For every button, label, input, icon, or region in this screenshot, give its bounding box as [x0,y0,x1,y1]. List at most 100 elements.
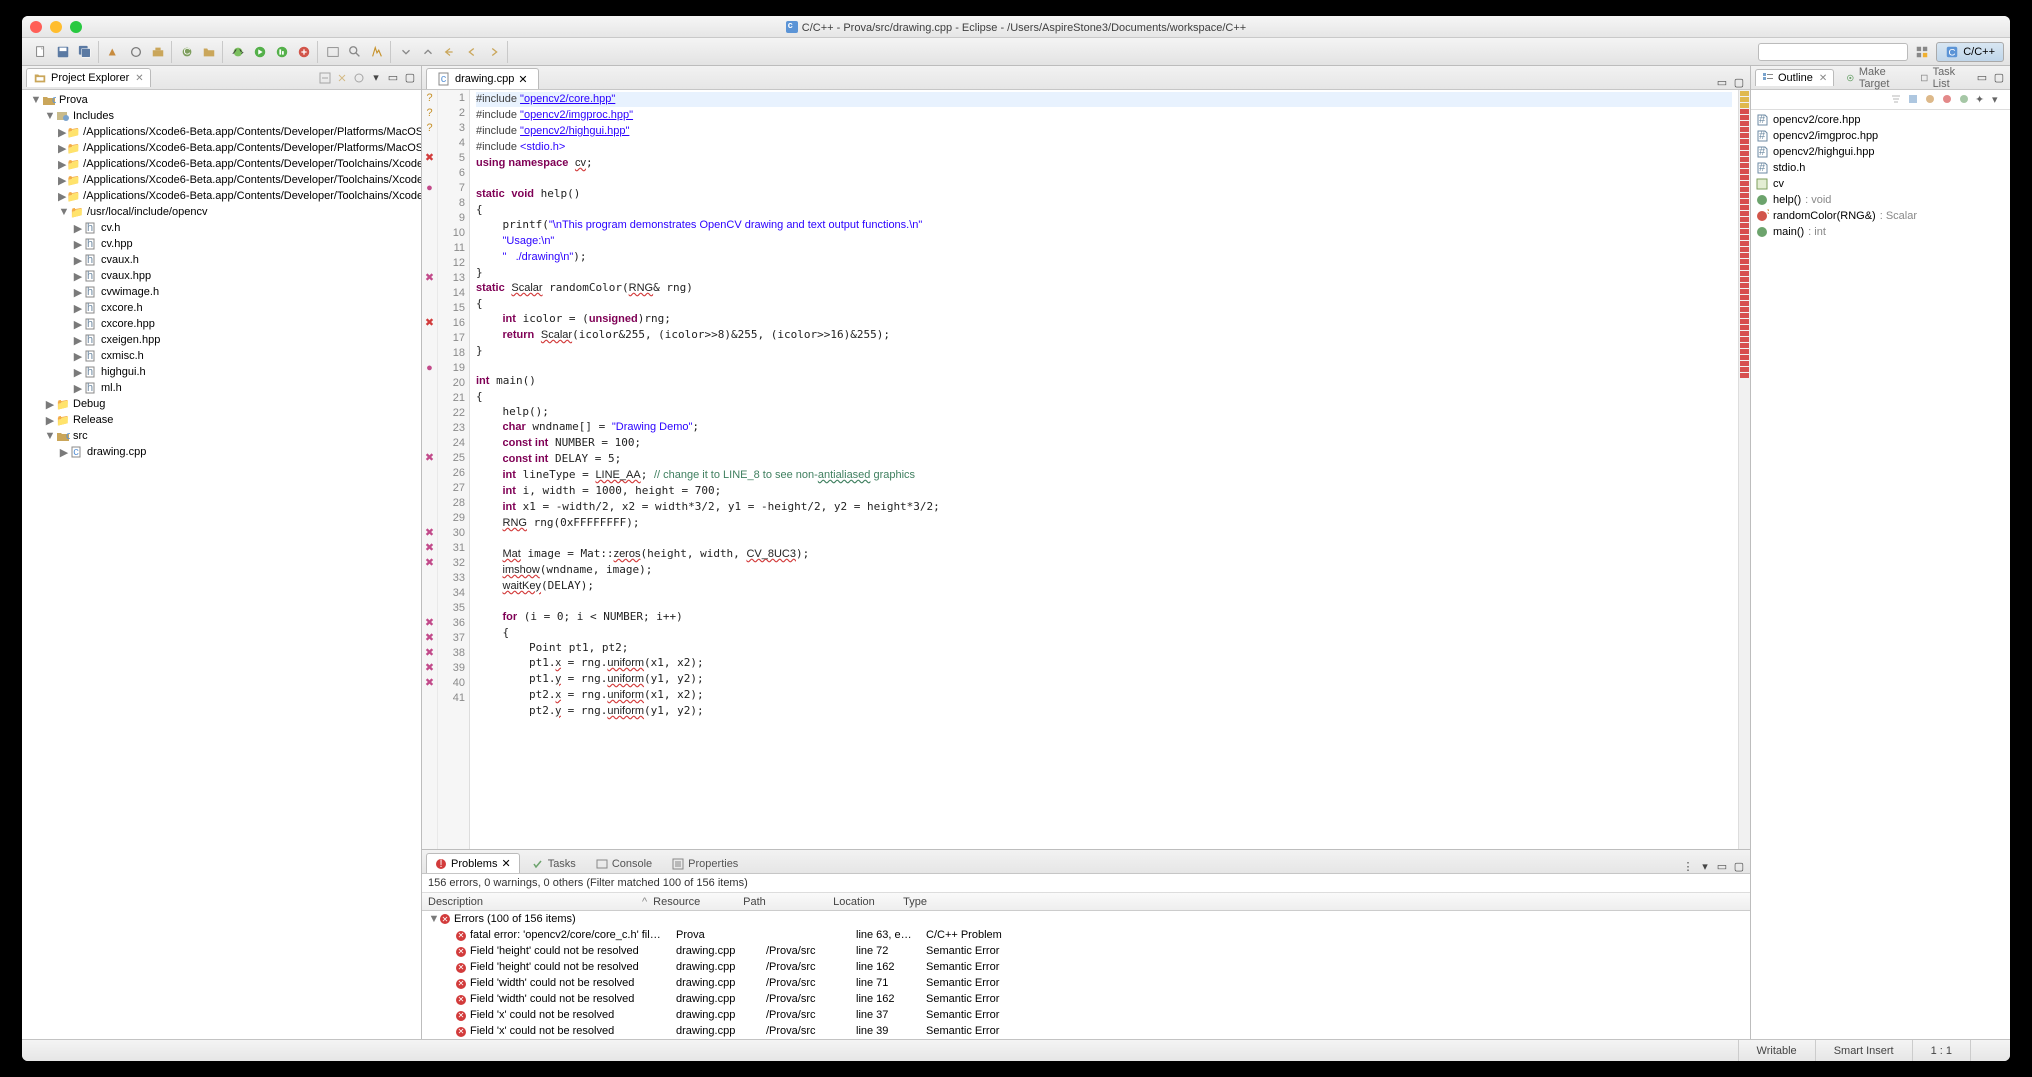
code-editor[interactable]: ???✖●✖✖●✖✖✖✖✖✖✖✖✖ 1234567891011121314151… [422,90,1750,849]
table-header[interactable]: Description^ Resource Path Location Type [422,893,1750,911]
link-editor-icon[interactable] [335,71,349,85]
problem-row[interactable]: ✕fatal error: 'opencv2/core/core_c.h' fi… [422,927,1750,943]
tree-folder-debug[interactable]: ▶📁Debug [22,396,421,412]
console-tab[interactable]: Console [588,855,660,873]
make-target-tab[interactable]: Make Target [1840,64,1908,92]
overview-ruler[interactable] [1738,90,1750,849]
quick-access-input[interactable] [1758,43,1908,61]
tree-include-path[interactable]: ▶📁/Applications/Xcode6-Beta.app/Contents… [22,124,421,140]
search-button[interactable] [345,42,365,62]
tree-include-path[interactable]: ▶📁/Applications/Xcode6-Beta.app/Contents… [22,156,421,172]
outline-item[interactable]: #opencv2/highgui.hpp [1755,144,2006,160]
profile-button[interactable] [272,42,292,62]
back-button[interactable] [462,42,482,62]
debug-button[interactable] [228,42,248,62]
minimize-view-icon[interactable]: ▭ [1975,71,1989,85]
tree-header-file[interactable]: ▶hcvaux.h [22,252,421,268]
focus-task-icon[interactable]: ✦ [1975,93,1989,107]
tree-include-path[interactable]: ▶📁/Applications/Xcode6-Beta.app/Contents… [22,172,421,188]
sort-icon[interactable] [1890,93,1904,107]
view-menu-icon[interactable]: ▾ [1698,859,1712,873]
outline-item[interactable]: #stdio.h [1755,160,2006,176]
error-group[interactable]: ▼✕Errors (100 of 156 items) [422,911,1750,927]
minimize-editor-icon[interactable]: ▭ [1715,75,1729,89]
tree-header-file[interactable]: ▶hhighgui.h [22,364,421,380]
last-edit-button[interactable] [440,42,460,62]
tasks-tab[interactable]: Tasks [524,855,584,873]
cpp-perspective-button[interactable]: CC/C++ [1936,42,2004,62]
prev-annotation-button[interactable] [418,42,438,62]
ext-tools-button[interactable] [294,42,314,62]
maximize-view-icon[interactable]: ▢ [403,71,417,85]
line-number-ruler[interactable]: 1234567891011121314151617181920212223242… [438,90,470,849]
project-tree[interactable]: ▼cProva ▼Includes ▶📁/Applications/Xcode6… [22,90,421,1039]
forward-button[interactable] [484,42,504,62]
tree-header-file[interactable]: ▶hcv.h [22,220,421,236]
open-perspective-button[interactable] [1912,42,1932,62]
run-button[interactable] [250,42,270,62]
tree-header-file[interactable]: ▶hml.h [22,380,421,396]
tree-folder-release[interactable]: ▶📁Release [22,412,421,428]
filter-icon[interactable]: ⋮ [1681,859,1695,873]
view-menu-icon[interactable]: ▾ [1992,93,2006,107]
tree-folder-opencv[interactable]: ▼📁/usr/local/include/opencv [22,204,421,220]
toggle-mark-button[interactable] [367,42,387,62]
outline-item[interactable]: #opencv2/imgproc.hpp [1755,128,2006,144]
tree-header-file[interactable]: ▶hcxmisc.h [22,348,421,364]
close-icon[interactable]: ✕ [501,857,510,870]
view-menu-icon[interactable]: ▾ [369,71,383,85]
outline-tree[interactable]: #opencv2/core.hpp#opencv2/imgproc.hpp#op… [1751,110,2010,1039]
tree-includes[interactable]: ▼Includes [22,108,421,124]
save-button[interactable] [53,42,73,62]
outline-item[interactable]: srandomColor(RNG&) : Scalar [1755,208,2006,224]
outline-tab[interactable]: Outline✕ [1755,69,1834,86]
project-explorer-tab[interactable]: Project Explorer ✕ [26,68,151,87]
build-button[interactable] [104,42,124,62]
tree-project[interactable]: ▼cProva [22,92,421,108]
minimize-view-icon[interactable]: ▭ [1715,859,1729,873]
maximize-view-icon[interactable]: ▢ [1732,859,1746,873]
outline-item[interactable]: #opencv2/core.hpp [1755,112,2006,128]
hide-static-icon[interactable] [1924,93,1938,107]
properties-tab[interactable]: Properties [664,855,746,873]
tree-header-file[interactable]: ▶hcvwimage.h [22,284,421,300]
close-icon[interactable]: ✕ [518,73,527,86]
group-includes-icon[interactable] [1958,93,1972,107]
outline-item[interactable]: main() : int [1755,224,2006,240]
new-folder-button[interactable] [199,42,219,62]
collapse-all-icon[interactable] [318,71,332,85]
problem-row[interactable]: ✕Field 'height' could not be resolveddra… [422,959,1750,975]
hide-fields-icon[interactable] [1907,93,1921,107]
minimize-view-icon[interactable]: ▭ [386,71,400,85]
tree-header-file[interactable]: ▶hcxcore.hpp [22,316,421,332]
problems-tab[interactable]: !Problems✕ [426,853,520,873]
tree-header-file[interactable]: ▶hcxcore.h [22,300,421,316]
close-icon[interactable]: ✕ [135,73,143,84]
problem-row[interactable]: ✕Field 'width' could not be resolveddraw… [422,975,1750,991]
maximize-view-icon[interactable]: ▢ [1992,71,2006,85]
hide-non-public-icon[interactable] [1941,93,1955,107]
marker-ruler[interactable]: ???✖●✖✖●✖✖✖✖✖✖✖✖✖ [422,90,438,849]
maximize-editor-icon[interactable]: ▢ [1732,75,1746,89]
problems-table[interactable]: Description^ Resource Path Location Type… [422,893,1750,1039]
source-code[interactable]: #include "opencv2/core.hpp" #include "op… [470,90,1738,849]
tree-include-path[interactable]: ▶📁/Applications/Xcode6-Beta.app/Contents… [22,140,421,156]
build-all-button[interactable] [126,42,146,62]
tree-include-path[interactable]: ▶📁/Applications/Xcode6-Beta.app/Contents… [22,188,421,204]
outline-item[interactable]: help() : void [1755,192,2006,208]
task-list-tab[interactable]: Task List [1914,64,1969,92]
editor-tab-drawing[interactable]: c drawing.cpp ✕ [426,68,539,89]
problem-row[interactable]: ✕Field 'x' could not be resolveddrawing.… [422,1007,1750,1023]
tree-file-drawing[interactable]: ▶cdrawing.cpp [22,444,421,460]
close-icon[interactable]: ✕ [1819,73,1827,84]
problem-row[interactable]: ✕Field 'x' could not be resolveddrawing.… [422,1023,1750,1039]
tree-header-file[interactable]: ▶hcvaux.hpp [22,268,421,284]
save-all-button[interactable] [75,42,95,62]
new-button[interactable] [31,42,51,62]
focus-task-icon[interactable] [352,71,366,85]
problem-row[interactable]: ✕Field 'width' could not be resolveddraw… [422,991,1750,1007]
outline-item[interactable]: cv [1755,176,2006,192]
tree-folder-src[interactable]: ▼csrc [22,428,421,444]
tree-header-file[interactable]: ▶hcxeigen.hpp [22,332,421,348]
open-type-button[interactable] [323,42,343,62]
